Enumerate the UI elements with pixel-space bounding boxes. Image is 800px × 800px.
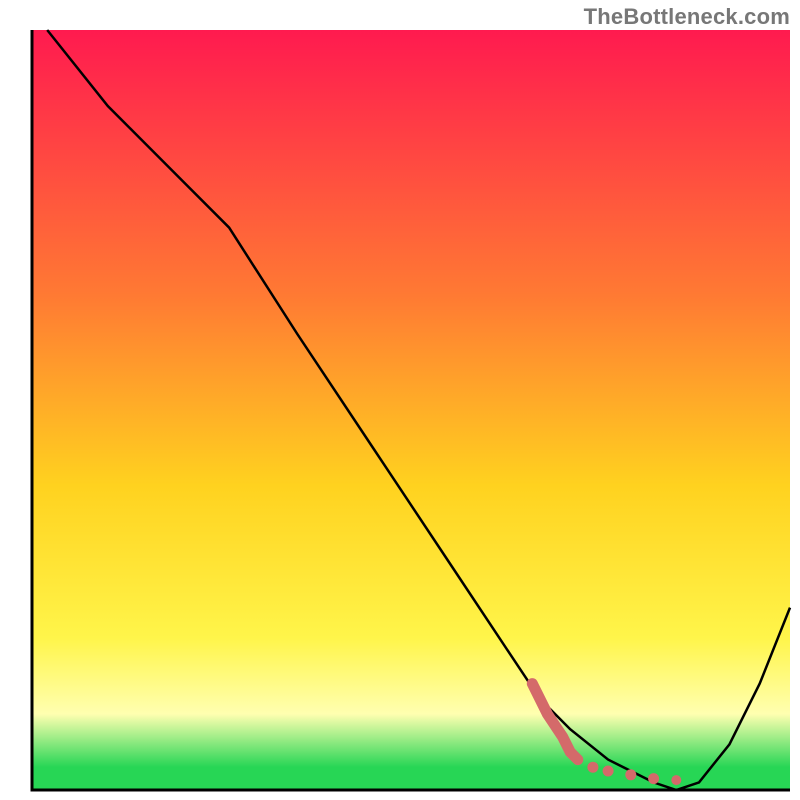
bottleneck-chart [0,0,800,800]
highlight-dot [671,775,681,785]
highlight-dot [625,769,636,780]
highlight-dot [603,766,614,777]
highlight-dot [587,762,598,773]
highlight-dot [648,773,659,784]
